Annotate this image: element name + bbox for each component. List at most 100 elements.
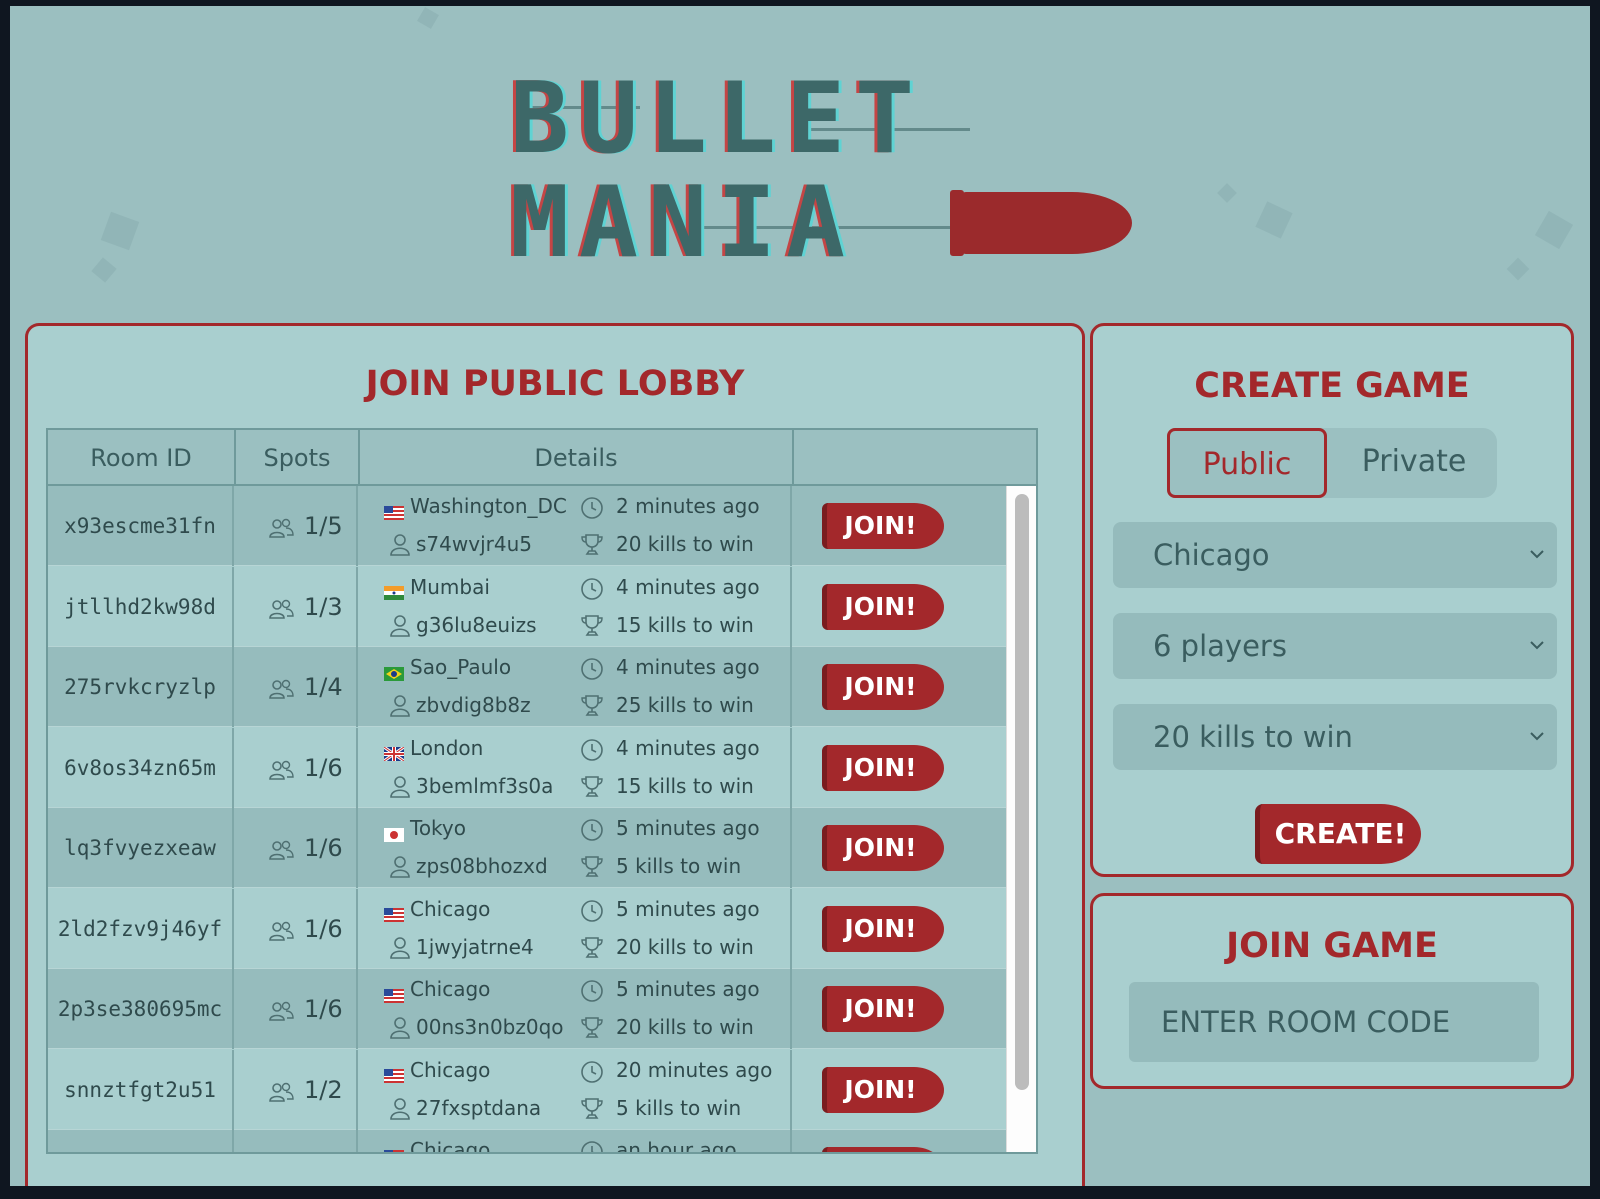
app-root: BULLET MANIA JOIN PUBLIC LOBBY Room ID S… [10, 6, 1590, 1186]
spots-cell: 1/6 [234, 969, 358, 1049]
host-name: zbvdig8b8z [416, 693, 531, 717]
join-button[interactable]: JOIN! [822, 583, 944, 630]
person-icon [388, 1096, 412, 1120]
private-toggle[interactable]: Private [1331, 428, 1497, 498]
host-name: 1jwyjatrne4 [416, 934, 534, 959]
host-name: 27fxsptdana [416, 1095, 542, 1120]
join-button[interactable]: JOIN! [822, 905, 944, 952]
col-spots: Spots [236, 430, 360, 486]
table-row: snnztfgt2u51 1/2 Chicago 27fxsptdana 20 minu… [48, 1049, 1006, 1130]
details-cell: Sao_Paulo zbvdig8b8z 4 minutes ago 25 kills… [358, 647, 792, 727]
decor-square [1506, 257, 1530, 281]
chevron-down-icon [1530, 550, 1544, 559]
room-id: lq3fvyezxeaw [48, 808, 234, 888]
spots-count: 1/6 [304, 914, 343, 943]
public-toggle[interactable]: Public [1167, 428, 1327, 498]
lobby-scrollbar[interactable] [1006, 486, 1036, 1152]
region-line: Mumbai [384, 574, 490, 600]
kills-select[interactable]: 20 kills to win [1113, 704, 1557, 770]
public-lobby-panel: JOIN PUBLIC LOBBY Room ID Spots Details … [25, 323, 1085, 1186]
join-button[interactable]: JOIN! [822, 744, 944, 791]
region-select[interactable]: Chicago [1113, 522, 1557, 588]
players-select-value: 6 players [1153, 629, 1287, 663]
create-button[interactable]: CREATE! [1255, 804, 1421, 864]
room-id: x93escme31fn [48, 486, 234, 566]
person-icon [388, 935, 412, 959]
table-row: 6v8os34zn65m 1/6 London 3bemlmf3s0a 4 minute… [48, 727, 1006, 808]
lobby-table: Room ID Spots Details x93escme31fn 1/5 Was… [46, 428, 1038, 1154]
room-id [48, 1130, 234, 1152]
join-button[interactable]: JOIN! [822, 1147, 944, 1152]
table-row: lq3fvyezxeaw 1/6 Tokyo zps08bhozxd 5 minutes… [48, 808, 1006, 888]
scrollbar-thumb[interactable] [1015, 494, 1029, 1090]
decor-square [1217, 183, 1237, 203]
created-time: an hour ago [616, 1138, 737, 1154]
clock-icon [580, 496, 604, 520]
lobby-rows: x93escme31fn 1/5 Washington_DC s74wvjr4u5 2 … [48, 486, 1006, 1154]
col-actions [794, 430, 1036, 486]
room-id: jtllhd2kw98d [48, 566, 234, 647]
clock-icon [580, 1060, 604, 1084]
decor-square [91, 257, 117, 283]
table-row: Chicago an hour ago JOIN! [48, 1130, 1006, 1154]
flag-icon [384, 1064, 404, 1083]
spots-cell: 1/4 [234, 647, 358, 727]
region-name: Sao_Paulo [410, 655, 512, 679]
join-button[interactable]: JOIN! [822, 664, 944, 710]
trophy-icon [580, 693, 604, 717]
kill-goal: 25 kills to win [616, 693, 754, 717]
region-line: Washington_DC [384, 494, 567, 520]
region-name: London [410, 735, 484, 760]
chevron-down-icon [1530, 641, 1544, 650]
person-icon [388, 693, 412, 717]
spots-cell: 1/3 [234, 566, 358, 647]
users-icon [268, 1081, 294, 1103]
spots-cell: 1/6 [234, 808, 358, 888]
flag-icon [384, 823, 404, 842]
table-row: jtllhd2kw98d 1/3 Mumbai g36lu8euizs 4 minute… [48, 566, 1006, 647]
flag-icon [384, 662, 404, 681]
join-button[interactable]: JOIN! [822, 986, 944, 1032]
region-line: Tokyo [384, 816, 466, 842]
person-icon [388, 1015, 412, 1039]
table-row: 2ld2fzv9j46yf 1/6 Chicago 1jwyjatrne4 5 minu… [48, 888, 1006, 969]
logo-line-1: BULLET [510, 62, 925, 176]
kills-select-value: 20 kills to win [1153, 720, 1353, 754]
users-icon [268, 517, 294, 539]
room-id: 6v8os34zn65m [48, 727, 234, 808]
region-name: Chicago [410, 1138, 491, 1154]
spots-count: 1/2 [304, 1075, 343, 1104]
action-cell: JOIN! [792, 647, 1006, 727]
spots-count: 1/6 [304, 753, 343, 782]
region-name: Mumbai [410, 574, 490, 599]
person-icon [388, 854, 412, 878]
kill-goal: 15 kills to win [616, 773, 754, 798]
spots-cell: 1/2 [234, 1049, 358, 1130]
spots-count: 1/6 [304, 834, 343, 862]
details-cell: Tokyo zps08bhozxd 5 minutes ago 5 kills to … [358, 808, 792, 888]
region-line: Chicago [384, 897, 490, 922]
details-cell: Washington_DC s74wvjr4u5 2 minutes ago 20 k… [358, 486, 792, 566]
join-button[interactable]: JOIN! [822, 1066, 944, 1113]
flag-icon [383, 742, 405, 763]
join-button[interactable]: JOIN! [822, 825, 944, 871]
details-cell: Chicago 27fxsptdana 20 minutes ago 5 kills … [358, 1049, 792, 1130]
person-icon [388, 613, 412, 637]
room-code-input[interactable] [1129, 982, 1539, 1062]
region-line: London [383, 735, 484, 763]
players-select[interactable]: 6 players [1113, 613, 1557, 679]
table-row: 275rvkcryzlp 1/4 Sao_Paulo zbvdig8b8z 4 minu… [48, 647, 1006, 727]
spots-cell: 1/6 [234, 727, 358, 808]
spots-cell [234, 1130, 358, 1152]
logo-line-2: MANIA [510, 166, 856, 280]
trophy-icon [580, 1015, 604, 1039]
room-id: 275rvkcryzlp [48, 647, 234, 727]
action-cell: JOIN! [792, 1050, 1006, 1130]
lobby-table-header: Room ID Spots Details [48, 430, 1036, 486]
room-id: 2p3se380695mc [48, 969, 234, 1049]
visibility-toggle: Public Private [1167, 428, 1497, 498]
join-button[interactable]: JOIN! [822, 503, 944, 549]
table-row: x93escme31fn 1/5 Washington_DC s74wvjr4u5 2 … [48, 486, 1006, 566]
region-name: Chicago [410, 1057, 491, 1082]
lobby-title: JOIN PUBLIC LOBBY [365, 364, 745, 404]
